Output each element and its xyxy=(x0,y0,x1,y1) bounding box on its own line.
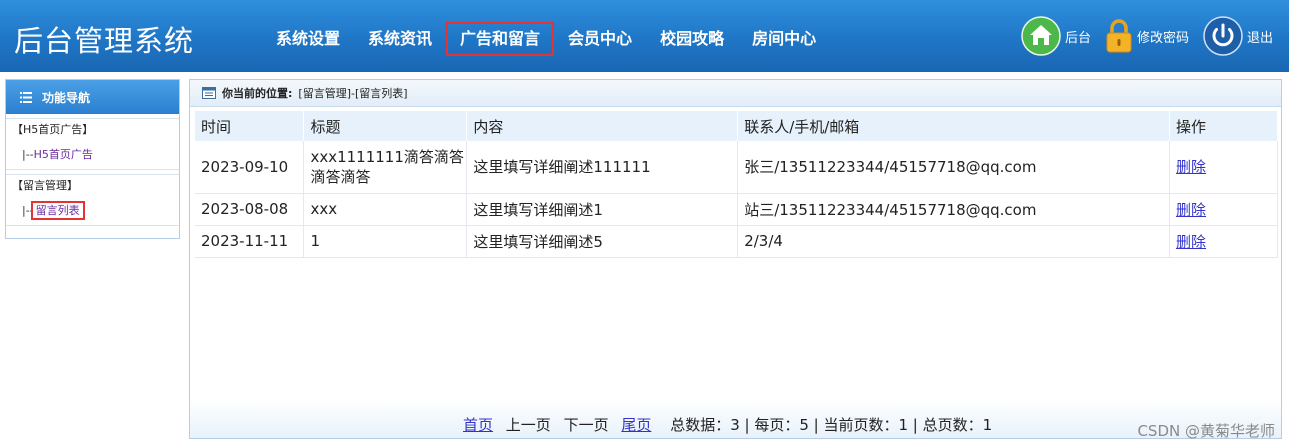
nav-ads-messages[interactable]: 广告和留言 xyxy=(446,22,555,56)
list-icon xyxy=(20,91,32,103)
col-header-content: 内容 xyxy=(466,111,739,141)
nav-system-settings[interactable]: 系统设置 xyxy=(262,22,354,56)
table-header-row: 时间 标题 内容 联系人/手机/邮箱 操作 xyxy=(195,111,1278,141)
sidebar-link-message-list[interactable]: 留言列表 xyxy=(30,201,85,220)
cell-title: xxx1111111滴答滴答滴答滴答 xyxy=(303,141,468,194)
sidebar-item-message-list: |-- 留言列表 xyxy=(6,196,179,226)
cell-content: 这里填写详细阐述1 xyxy=(466,193,739,226)
cell-title: xxx xyxy=(303,193,468,226)
window-icon xyxy=(202,87,216,99)
nav-campus-guide[interactable]: 校园攻略 xyxy=(646,22,738,56)
col-header-contact: 联系人/手机/邮箱 xyxy=(737,111,1171,141)
cell-action: 删除 xyxy=(1169,225,1278,258)
sidebar-header: 功能导航 xyxy=(6,80,179,114)
breadcrumb: 你当前的位置: [留言管理]-[留言列表] xyxy=(190,80,1281,107)
cell-action: 删除 xyxy=(1169,141,1278,194)
main-panel: 你当前的位置: [留言管理]-[留言列表] 时间 标题 内容 联系人/手机/邮箱… xyxy=(189,79,1282,439)
main-nav: 系统设置 系统资讯 广告和留言 会员中心 校园攻略 房间中心 xyxy=(262,22,830,56)
home-icon xyxy=(1021,16,1061,56)
pager-prev: 上一页 xyxy=(505,416,551,434)
cell-contact: 站三/13511223344/45157718@qq.com xyxy=(737,193,1171,226)
lock-icon xyxy=(1106,19,1132,53)
table-row: 2023-11-11 1 这里填写详细阐述5 2/3/4 删除 xyxy=(195,225,1278,258)
change-password-label: 修改密码 xyxy=(1136,30,1189,46)
sidebar-group-h5-ads: 【H5首页广告】 xyxy=(6,118,179,140)
sidebar-link-h5-ads[interactable]: H5首页广告 xyxy=(34,148,93,161)
nav-room-center[interactable]: 房间中心 xyxy=(738,22,830,56)
delete-link[interactable]: 删除 xyxy=(1176,201,1206,219)
power-icon xyxy=(1203,16,1243,56)
sidebar-item-h5-ads: |--H5首页广告 xyxy=(6,140,179,170)
header-tools: 后台 修改密码 退出 xyxy=(1007,16,1273,56)
sidebar-title: 功能导航 xyxy=(42,90,91,105)
sidebar-item-prefix: |-- xyxy=(22,204,34,217)
cell-time: 2023-08-08 xyxy=(195,193,305,226)
sidebar: 功能导航 【H5首页广告】 |--H5首页广告 【留言管理】 |-- 留言列表 xyxy=(5,79,180,239)
app-logo: 后台管理系统 xyxy=(14,24,195,58)
message-table: 时间 标题 内容 联系人/手机/邮箱 操作 2023-09-10 xxx1111… xyxy=(195,111,1278,258)
cell-content: 这里填写详细阐述111111 xyxy=(466,141,739,194)
cell-contact: 张三/13511223344/45157718@qq.com xyxy=(737,141,1171,194)
col-header-action: 操作 xyxy=(1169,111,1278,141)
app-window: 后台管理系统 系统设置 系统资讯 广告和留言 会员中心 校园攻略 房间中心 后台 xyxy=(0,0,1289,447)
logout-label: 退出 xyxy=(1246,30,1273,46)
top-header: 后台管理系统 系统设置 系统资讯 广告和留言 会员中心 校园攻略 房间中心 后台 xyxy=(0,0,1289,72)
change-password-button[interactable]: 修改密码 xyxy=(1105,18,1189,54)
table-row: 2023-08-08 xxx 这里填写详细阐述1 站三/13511223344/… xyxy=(195,193,1278,226)
cell-title: 1 xyxy=(303,225,468,258)
table-row: 2023-09-10 xxx1111111滴答滴答滴答滴答 这里填写详细阐述11… xyxy=(195,141,1278,194)
nav-system-news[interactable]: 系统资讯 xyxy=(354,22,446,56)
sidebar-group-messages: 【留言管理】 xyxy=(6,174,179,196)
pager-summary: 总数据：3 | 每页：5 | 当前页数：1 | 总页数：1 xyxy=(670,416,993,434)
pagination: 首页 上一页 下一页 尾页 总数据：3 | 每页：5 | 当前页数：1 | 总页… xyxy=(463,414,1000,435)
col-header-title: 标题 xyxy=(303,111,468,141)
home-button[interactable]: 后台 xyxy=(1021,16,1091,56)
sidebar-item-prefix: |-- xyxy=(22,148,34,161)
cell-time: 2023-09-10 xyxy=(195,141,305,194)
home-label: 后台 xyxy=(1064,30,1091,46)
pager-next: 下一页 xyxy=(563,416,609,434)
col-header-time: 时间 xyxy=(195,111,305,141)
delete-link[interactable]: 删除 xyxy=(1176,233,1206,251)
pager-last-link[interactable]: 尾页 xyxy=(621,416,651,434)
delete-link[interactable]: 删除 xyxy=(1176,158,1206,176)
cell-contact: 2/3/4 xyxy=(737,225,1171,258)
cell-action: 删除 xyxy=(1169,193,1278,226)
pager-first-link[interactable]: 首页 xyxy=(463,416,493,434)
cell-time: 2023-11-11 xyxy=(195,225,305,258)
logout-button[interactable]: 退出 xyxy=(1203,16,1273,56)
breadcrumb-path: [留言管理]-[留言列表] xyxy=(298,87,408,100)
breadcrumb-prefix: 你当前的位置: xyxy=(222,87,293,100)
cell-content: 这里填写详细阐述5 xyxy=(466,225,739,258)
nav-member-center[interactable]: 会员中心 xyxy=(554,22,646,56)
watermark: CSDN @黄菊华老师 xyxy=(1137,422,1275,440)
